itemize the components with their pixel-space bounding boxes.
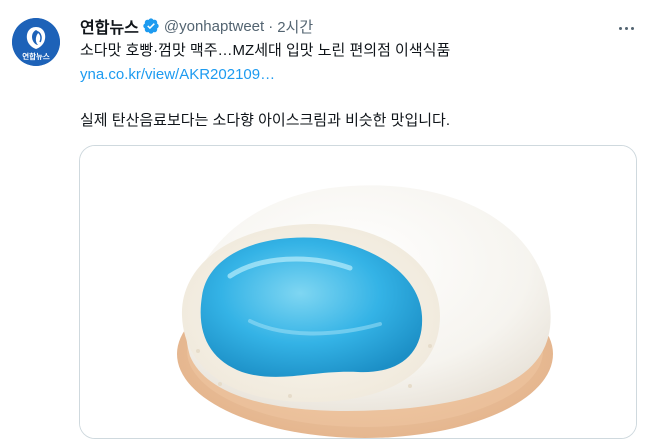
tweet-text-line-1: 소다맛 호빵·껌맛 맥주…MZ세대 입맛 노린 편의점 이색식품 (80, 42, 451, 59)
separator-dot: · (268, 17, 274, 35)
tweet-text-line-2: 실제 탄산음료보다는 소다향 아이스크림과 비슷한 맛입니다. (80, 112, 451, 129)
tweet-header: 연합뉴스 @yonhaptweet · 2시간 (80, 14, 313, 38)
avatar[interactable]: 연합뉴스 (12, 18, 60, 66)
soda-bun-photo (80, 146, 636, 438)
article-link[interactable]: yna.co.kr/view/AKR202109… (80, 65, 275, 85)
yonhap-logo-icon: 연합뉴스 (12, 18, 60, 66)
handle[interactable]: @yonhaptweet (164, 18, 264, 35)
more-options-icon[interactable] (614, 18, 638, 38)
display-name[interactable]: 연합뉴스 (80, 14, 139, 38)
avatar-logo-text: 연합뉴스 (22, 51, 50, 61)
tweet-media-image[interactable] (79, 145, 637, 439)
verified-badge-icon (143, 18, 159, 34)
timestamp[interactable]: 2시간 (277, 16, 313, 37)
